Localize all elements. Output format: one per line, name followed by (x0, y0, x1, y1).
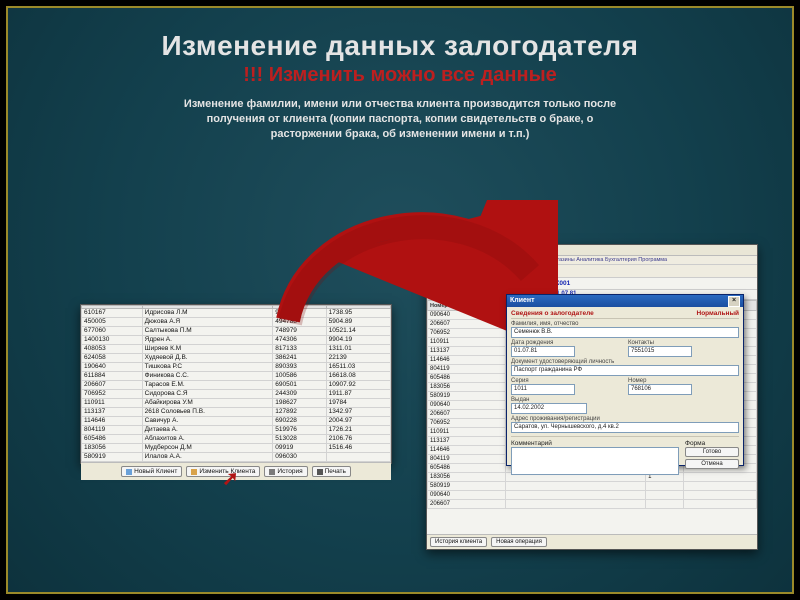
client-table: 610167Идрисова Л.М967381738.95450005Дюко… (81, 305, 391, 462)
print-button[interactable]: Печать (312, 466, 351, 477)
toolbar-btn[interactable] (457, 265, 469, 277)
toolbar-btn[interactable] (527, 265, 539, 277)
table-row[interactable]: 677060Салтыкова П.М74897910521.14 (82, 327, 391, 336)
toolbar-btn[interactable] (429, 265, 441, 277)
table-row[interactable]: 1400130Ядрен А.4743069904.19 (82, 336, 391, 345)
main-menu[interactable]: БланкиДок ЗакрПериод Локомбард Залоговые… (427, 256, 757, 265)
table-row[interactable]: 580919 (428, 482, 757, 491)
table-row[interactable]: 114646Савичур А.6902282004.97 (82, 417, 391, 426)
fio-input[interactable]: Семенюк В.В. (511, 327, 739, 338)
page-title: Изменение данных залогодателя (48, 30, 752, 62)
table-row[interactable]: 408053Ширяев К.М8171331311.01 (82, 345, 391, 354)
table-row[interactable]: 605486Аблахитов А.5130282106.76 (82, 435, 391, 444)
series-input[interactable]: 1011 (511, 384, 575, 395)
table-row[interactable]: 611884Финикова С.С.10058616618.08 (82, 372, 391, 381)
table-row[interactable]: 1131372618 Соловьев П.В.1278921342.97 (82, 408, 391, 417)
date-input[interactable]: 14.02.2002 (511, 403, 587, 414)
phone-input[interactable]: 7551015 (628, 346, 692, 357)
edit-client-dialog: Клиент × Сведения о залогодателе Нормальн… (506, 294, 744, 466)
table-row[interactable]: 610167Идрисова Л.М967381738.95 (82, 309, 391, 318)
toolbar-btn[interactable] (541, 265, 553, 277)
table-row[interactable]: 706952Сидорова С.Я2443091911.87 (82, 390, 391, 399)
table-row[interactable]: 580919Илалов А.А.096030 (82, 453, 391, 462)
birth-input[interactable]: 01.07.81 (511, 346, 575, 357)
ok-button[interactable]: Готово (685, 447, 739, 457)
history-icon (269, 469, 275, 475)
table-row[interactable]: 206607Тарасов Е.М.69050110907.92 (82, 381, 391, 390)
new-client-button[interactable]: Новый Клиент (121, 466, 182, 477)
toolbar-btn[interactable] (443, 265, 455, 277)
table-row[interactable]: 804119Дитаева А.5199761726.21 (82, 426, 391, 435)
print-icon (317, 469, 323, 475)
num-input[interactable]: 768106 (628, 384, 692, 395)
client-name-line: Семенюк Вадим Викторович Карта: NК001 (427, 278, 757, 290)
close-icon[interactable]: × (728, 296, 740, 307)
table-row[interactable]: 190640Тишкова Р.С89039316511.03 (82, 363, 391, 372)
toolbar-btn[interactable] (513, 265, 525, 277)
table-row[interactable]: 450005Дюкова А.Я4947885904.89 (82, 318, 391, 327)
screenshot-client-list: 610167Идрисова Л.М967381738.95450005Дюко… (80, 304, 392, 464)
page-subtitle: !!! Изменить можно все данные (8, 64, 792, 87)
toolbar-btn[interactable] (471, 265, 483, 277)
table-row[interactable]: 183056Мудберсон Д.М099191516.46 (82, 444, 391, 453)
window-titlebar (427, 245, 757, 256)
table-row[interactable]: 624058Худяевой Д.В.38624122139 (82, 354, 391, 363)
doc-icon (126, 469, 132, 475)
client-list-toolbar: Новый Клиент Изменить Клиента История Пе… (81, 462, 391, 480)
edit-client-button[interactable]: Изменить Клиента (186, 466, 260, 477)
client-history-button[interactable]: История клиента (430, 537, 487, 547)
toolbar-btn[interactable] (499, 265, 511, 277)
edit-icon (191, 469, 197, 475)
new-operation-button[interactable]: Новая операция (491, 537, 547, 547)
form-label: Форма (685, 440, 705, 447)
addr-input[interactable]: Саратов, ул. Чернышевского, д.4 кв.2 (511, 422, 739, 433)
comment-label: Комментарий (511, 440, 552, 447)
warning-note: Изменение фамилии, имени или отчества кл… (180, 97, 620, 142)
dialog-titlebar[interactable]: Клиент × (507, 295, 743, 307)
doc-input[interactable]: Паспорт гражданина РФ (511, 365, 739, 376)
dialog-section: Сведения о залогодателе (511, 310, 594, 317)
operations-toolbar: История клиента Новая операция (427, 534, 757, 549)
history-button[interactable]: История (264, 466, 307, 477)
comment-textarea[interactable] (511, 447, 679, 475)
cancel-button[interactable]: Отмена (685, 459, 739, 469)
table-row[interactable]: 110911Абайкирова У.М19862719784 (82, 399, 391, 408)
table-row[interactable]: 090640 (428, 491, 757, 500)
toolbar-btn[interactable] (485, 265, 497, 277)
client-status: Нормальный (697, 310, 740, 317)
table-row[interactable]: 206607 (428, 500, 757, 509)
toolbar (427, 265, 757, 278)
